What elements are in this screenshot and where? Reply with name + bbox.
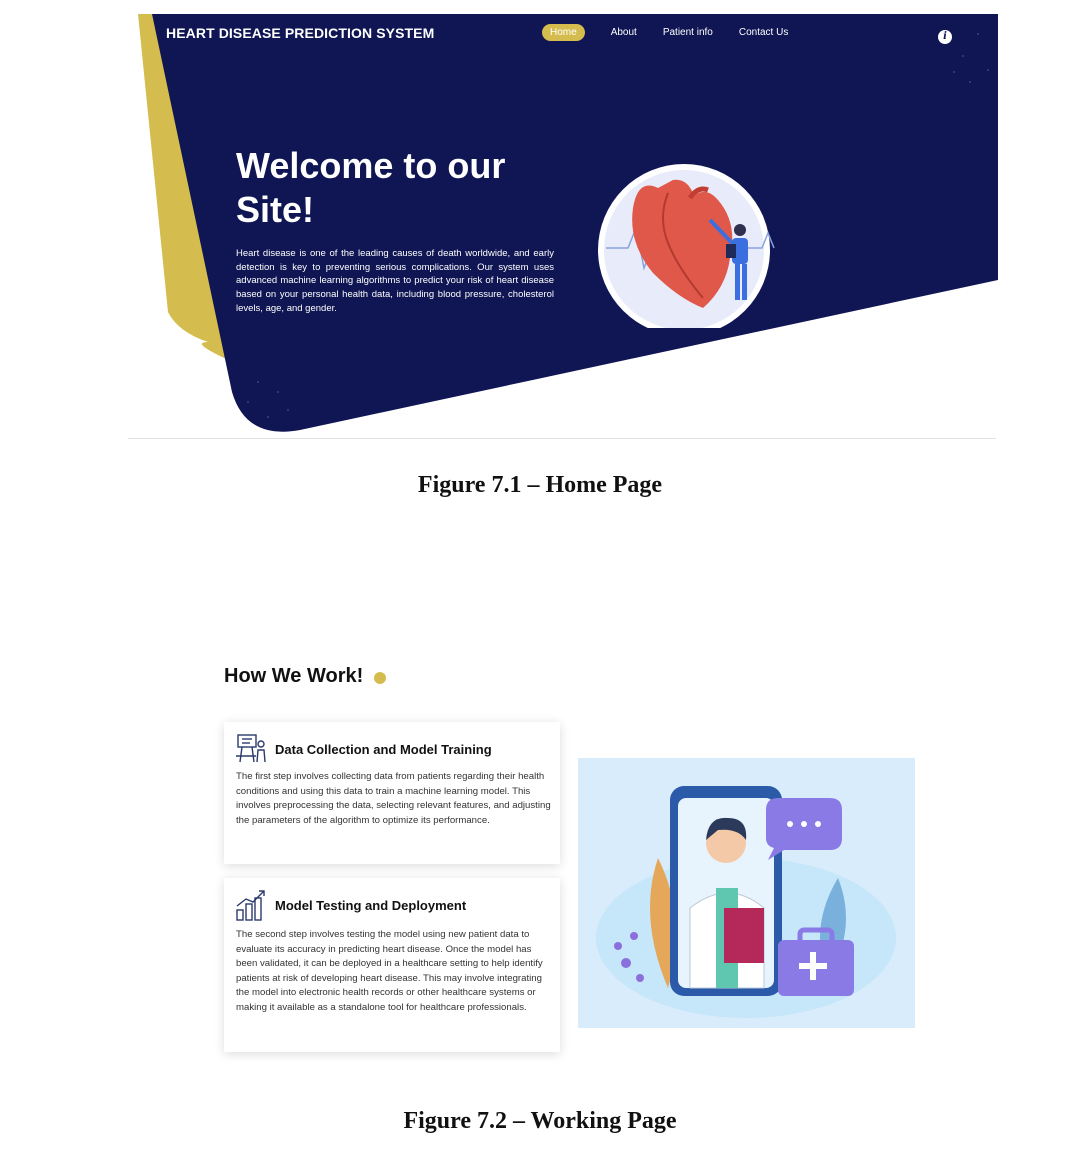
nav-patient-info[interactable]: Patient info [663,27,713,38]
how-we-work-heading: How We Work! [224,665,364,687]
info-icon[interactable]: i [938,30,952,44]
nav-about[interactable]: About [611,27,637,38]
figure-caption-home: Figure 7.1 – Home Page [417,472,663,498]
brand-title: HEART DISEASE PREDICTION SYSTEM [166,25,435,41]
hero-section: HEART DISEASE PREDICTION SYSTEM Home Abo… [128,12,998,442]
heart-doctor-illustration [598,164,775,328]
training-icon [236,734,266,763]
hero-heading: Welcome to our Site! [236,145,506,230]
accent-dot [374,672,386,684]
card-description: The second step involves testing the mod… [236,929,543,1013]
nav-home[interactable]: Home [542,24,585,41]
hero-description: Heart disease is one of the leading caus… [236,248,554,314]
card-description: The first step involves collecting data … [236,771,551,826]
work-card: Model Testing and Deployment The second … [224,878,560,1052]
top-nav: Home About Patient info Contact Us [542,24,814,41]
doctor-phone-illustration [578,758,915,1028]
figure-caption-working: Figure 7.2 – Working Page [403,1108,677,1134]
section-divider [128,438,996,439]
nav-contact-us[interactable]: Contact Us [739,27,788,38]
card-title: Data Collection and Model Training [275,742,492,757]
card-title: Model Testing and Deployment [275,898,467,913]
work-card: Data Collection and Model Training The f… [224,722,560,864]
growth-chart-icon [236,890,265,921]
